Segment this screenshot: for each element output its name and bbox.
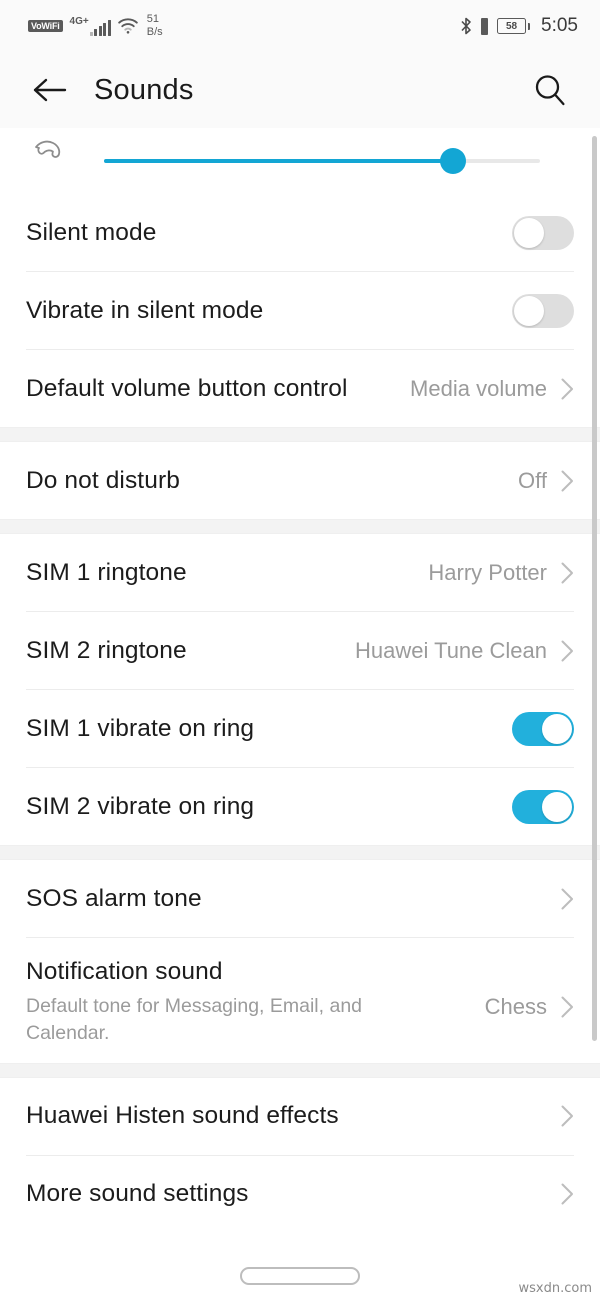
status-bar-right: 58 5:05 [460,15,578,37]
slider-thumb[interactable] [439,148,466,174]
row-label: More sound settings [26,1180,249,1208]
row-labels: SIM 2 ringtone [26,637,355,665]
row-value: Harry Potter [428,559,547,585]
status-bar-left: VoWiFi 4G+ 51 B/s [28,13,163,38]
ringtone-volume-slider[interactable] [104,148,540,174]
row-labels: SIM 2 vibrate on ring [26,793,512,821]
settings-row[interactable]: Vibrate in silent mode [0,272,600,349]
settings-row[interactable]: SIM 1 vibrate on ring [0,690,600,767]
section-gap [0,519,600,534]
row-labels: Do not disturb [26,467,518,495]
phone-screen: VoWiFi 4G+ 51 B/s 58 5:05 Sounds Silent … [0,0,600,1300]
wifi-icon [117,18,138,34]
chevron-right-icon [561,1105,574,1127]
data-rate-value: 51 [146,13,159,26]
chevron-right-icon [561,378,574,400]
toggle-switch[interactable] [512,293,574,328]
watermark: wsxdn.com [518,1281,593,1296]
row-labels: SIM 1 ringtone [26,559,428,587]
settings-row[interactable]: Do not disturb Off [0,442,600,519]
row-labels: SIM 1 vibrate on ring [26,715,512,743]
toggle-switch[interactable] [512,789,574,824]
settings-row[interactable]: Default volume button control Media volum… [0,350,600,427]
row-label: Vibrate in silent mode [26,296,264,324]
row-sublabel: Default tone for Messaging, Email, and C… [26,995,363,1044]
toggle-knob [514,217,544,248]
navigation-bar: wsxdn.com [0,1252,600,1300]
row-labels: Default volume button control [26,375,410,403]
clock: 5:05 [541,15,578,36]
row-label: SIM 1 vibrate on ring [26,714,255,742]
section-gap [0,845,600,860]
row-label: Do not disturb [26,466,180,494]
row-value: Off [518,467,547,493]
arrow-left-icon[interactable] [28,68,72,112]
scrollbar-thumb[interactable] [592,136,597,1041]
section-gap [0,427,600,442]
chevron-right-icon [561,1183,574,1205]
bluetooth-icon [460,17,472,35]
row-labels: Silent mode [26,219,512,247]
toggle-knob [542,713,572,744]
chevron-right-icon [561,640,574,662]
settings-row[interactable]: SOS alarm tone [0,860,600,937]
vibrate-icon [481,17,489,35]
page-title: Sounds [94,73,194,106]
row-labels: SOS alarm tone [26,885,561,913]
row-label: SIM 2 ringtone [26,636,187,664]
row-value: Chess [484,994,547,1020]
settings-row[interactable]: More sound settings [0,1155,600,1233]
signal-bars-icon: 4G+ [70,16,111,36]
section-gap [0,1062,600,1078]
row-labels: More sound settings [26,1180,561,1208]
phone-ringtone-icon [26,133,72,173]
chevron-right-icon [561,888,574,910]
row-value: Media volume [410,375,547,401]
settings-row[interactable]: SIM 1 ringtone Harry Potter [0,534,600,611]
battery-cap [527,22,531,30]
settings-row[interactable]: SIM 2 vibrate on ring [0,768,600,845]
row-label: Default volume button control [26,374,348,402]
home-indicator[interactable] [240,1267,360,1285]
toggle-knob [542,791,572,822]
chevron-right-icon [561,562,574,584]
toggle-knob [514,295,544,326]
data-rate-indicator: 51 B/s [147,13,163,38]
row-label: Silent mode [26,218,157,246]
row-label: Huawei Histen sound effects [26,1102,339,1130]
battery-level-text: 58 [497,18,527,34]
row-value: Huawei Tune Clean [354,637,547,663]
settings-sections: Silent mode Vibrate in silent mode Default… [0,194,600,1233]
app-bar: Sounds [0,52,600,128]
settings-row[interactable]: SIM 2 ringtone Huawei Tune Clean [0,612,600,689]
ringtone-volume-row[interactable] [0,128,600,194]
row-labels: Vibrate in silent mode [26,297,512,325]
slider-fill [104,159,453,163]
row-label: SIM 1 ringtone [26,558,187,586]
row-labels: Notification sound Default tone for Messa… [26,952,485,1047]
settings-list[interactable]: Silent mode Vibrate in silent mode Default… [0,128,600,1252]
toggle-switch[interactable] [512,711,574,746]
chevron-right-icon [561,996,574,1018]
settings-row[interactable]: Silent mode [0,194,600,271]
data-rate-unit: B/s [146,26,163,38]
row-label: SOS alarm tone [26,884,202,912]
toggle-switch[interactable] [512,215,574,250]
row-label: Notification sound [26,958,223,985]
settings-row[interactable]: Huawei Histen sound effects [0,1077,600,1155]
signal-strength-bars [89,19,111,36]
vowifi-icon: VoWiFi [28,20,63,32]
settings-row[interactable]: Notification sound Default tone for Messa… [0,938,600,1063]
chevron-right-icon [561,470,574,492]
status-bar: VoWiFi 4G+ 51 B/s 58 5:05 [0,0,600,52]
row-labels: Huawei Histen sound effects [26,1102,561,1130]
row-label: SIM 2 vibrate on ring [26,792,255,820]
search-icon[interactable] [528,68,572,112]
battery-icon: 58 [497,18,531,34]
